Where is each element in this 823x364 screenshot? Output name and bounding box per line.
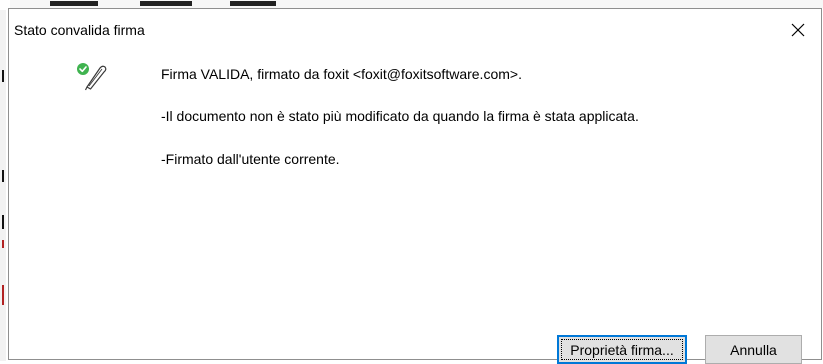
- background-tab-marker: [50, 1, 98, 6]
- background-tab-marker: [230, 1, 276, 6]
- dialog-titlebar: Stato convalida firma: [9, 9, 821, 43]
- close-button[interactable]: [775, 15, 821, 45]
- background-edge-mark: [2, 215, 4, 229]
- close-icon: [791, 23, 805, 37]
- background-edge-mark: [2, 240, 4, 248]
- background-edge-mark: [2, 285, 4, 305]
- background-window-tabstrip: [10, 0, 823, 8]
- signature-properties-button[interactable]: Proprietà firma...: [557, 335, 687, 364]
- cancel-button[interactable]: Annulla: [705, 335, 802, 364]
- background-edge-mark: [2, 170, 4, 182]
- background-tab-marker: [140, 1, 192, 6]
- cancel-label: Annulla: [730, 341, 777, 358]
- valid-signature-icon: [75, 61, 111, 91]
- dialog-title: Stato convalida firma: [14, 22, 145, 38]
- background-edge-mark: [2, 70, 4, 82]
- document-unmodified-message: -Il documento non è stato più modificato…: [161, 108, 639, 124]
- signed-by-current-user-message: -Firmato dall'utente corrente.: [161, 151, 340, 167]
- signature-validation-dialog: Stato convalida firma Firma VALIDA, firm…: [8, 8, 822, 360]
- background-window-edge: [0, 10, 6, 361]
- signature-properties-label: Proprietà firma...: [570, 341, 674, 358]
- signature-status-message: Firma VALIDA, firmato da foxit <foxit@fo…: [161, 66, 522, 82]
